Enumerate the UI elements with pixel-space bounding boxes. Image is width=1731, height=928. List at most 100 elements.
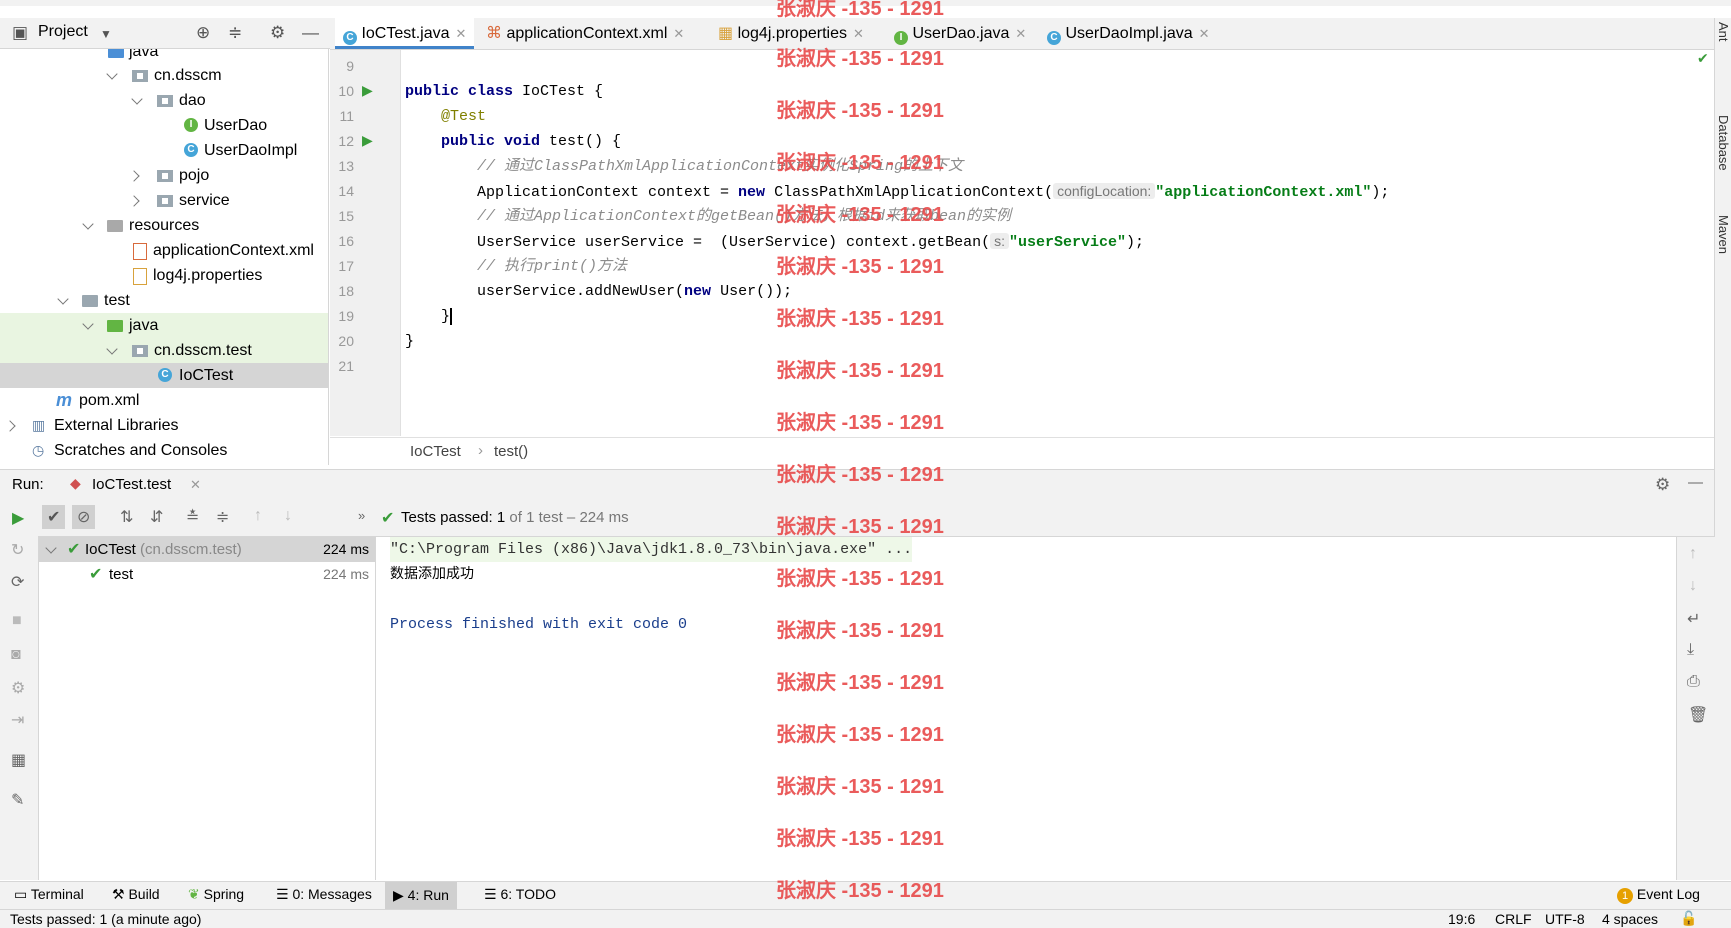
test-suite-ioctest[interactable]: ✔ IoCTest (cn.dsscm.test) 224 ms bbox=[39, 537, 375, 562]
trash-icon[interactable]: 🗑 bbox=[1688, 705, 1708, 725]
next-failed-icon[interactable]: ↓ bbox=[284, 507, 292, 525]
tree-node-log4j-properties[interactable]: log4j.properties bbox=[0, 263, 328, 288]
import-icon[interactable]: ⇥ bbox=[11, 710, 24, 730]
tree-node-userdao[interactable]: I UserDao bbox=[0, 113, 328, 138]
previous-failed-icon[interactable]: ↑ bbox=[254, 507, 262, 525]
rerun-icon[interactable]: ▶ bbox=[12, 508, 24, 528]
tab-userdaoimpl-java[interactable]: C UserDaoImpl.java ✕ bbox=[1047, 18, 1210, 49]
locate-icon[interactable]: ⊕ bbox=[196, 23, 210, 43]
stop-icon[interactable]: ■ bbox=[12, 612, 22, 630]
tool-window-run[interactable]: ▶ 4: Run bbox=[385, 882, 457, 909]
tool-window-maven[interactable]: Maven bbox=[1716, 215, 1731, 254]
close-icon[interactable]: ✕ bbox=[1199, 26, 1210, 41]
breadcrumb-class[interactable]: IoCTest bbox=[410, 443, 461, 460]
tree-node-cn-dsscm-test[interactable]: cn.dsscm.test bbox=[0, 338, 328, 363]
tree-node-userdaoimpl[interactable]: C UserDaoImpl bbox=[0, 138, 328, 163]
chevron-right-icon[interactable] bbox=[128, 170, 140, 182]
chevron-down-icon[interactable] bbox=[106, 68, 118, 80]
lock-icon[interactable]: 🔓 bbox=[1680, 910, 1697, 927]
chevron-down-icon[interactable] bbox=[57, 293, 69, 305]
export-icon[interactable]: ⚙ bbox=[11, 678, 25, 698]
package-icon bbox=[157, 195, 173, 207]
tree-node-ioctest[interactable]: C IoCTest bbox=[0, 363, 328, 388]
chevron-down-icon[interactable] bbox=[82, 318, 94, 330]
tool-window-spring[interactable]: ❦ Spring bbox=[188, 886, 244, 903]
tree-node-pom-xml[interactable]: m pom.xml bbox=[0, 388, 328, 413]
breadcrumb-method[interactable]: test() bbox=[494, 443, 528, 460]
show-passed-icon[interactable]: ✔ bbox=[42, 505, 66, 529]
tree-node-dao[interactable]: dao bbox=[0, 88, 328, 113]
status-message[interactable]: Tests passed: 1 (a minute ago) bbox=[10, 911, 201, 927]
tree-node-cn-dsscm[interactable]: cn.dsscm bbox=[0, 63, 328, 88]
close-icon[interactable]: ✕ bbox=[853, 26, 864, 41]
collapse-all-icon[interactable]: ≑ bbox=[228, 23, 242, 43]
run-test-icon[interactable]: ▶ bbox=[362, 82, 373, 99]
soft-wrap-icon[interactable]: ↵ bbox=[1687, 609, 1700, 629]
tree-node-java-test[interactable]: java bbox=[0, 313, 328, 338]
project-panel-title[interactable]: Project bbox=[38, 23, 88, 41]
expand-all-icon[interactable]: ≛ bbox=[186, 507, 199, 527]
inspection-ok-icon[interactable]: ✔ bbox=[1697, 50, 1709, 67]
sort-by-duration-icon[interactable]: ⇵ bbox=[150, 507, 163, 527]
run-icon: ▶ bbox=[393, 887, 404, 903]
indent-setting[interactable]: 4 spaces bbox=[1602, 911, 1658, 927]
show-ignored-icon[interactable]: ⊘ bbox=[72, 505, 96, 529]
chevron-right-icon[interactable] bbox=[4, 420, 16, 432]
print-icon[interactable]: ⎙ bbox=[1687, 673, 1700, 691]
toggle-auto-test-icon[interactable]: ⟳ bbox=[11, 572, 24, 592]
hide-panel-icon[interactable]: — bbox=[302, 23, 319, 43]
tool-window-build[interactable]: ⚒ Build bbox=[112, 886, 160, 903]
pin-icon[interactable]: ✎ bbox=[11, 790, 24, 810]
down-arrow-icon[interactable]: ↓ bbox=[1689, 577, 1697, 595]
check-icon: ✔ bbox=[67, 541, 81, 558]
chevron-down-icon[interactable] bbox=[82, 218, 94, 230]
chevron-right-icon[interactable] bbox=[128, 195, 140, 207]
file-encoding[interactable]: UTF-8 bbox=[1545, 911, 1585, 927]
run-test-icon[interactable]: ▶ bbox=[362, 132, 373, 149]
collapse-all-icon[interactable]: ≑ bbox=[216, 507, 229, 527]
tab-ioctest-java[interactable]: C IoCTest.java ✕ bbox=[335, 18, 475, 49]
more-icon[interactable]: » bbox=[358, 508, 365, 523]
tool-window-database[interactable]: Database bbox=[1716, 115, 1731, 171]
line-number: 19 bbox=[338, 308, 354, 324]
tree-node-external-libraries[interactable]: ▥ External Libraries bbox=[0, 413, 328, 438]
run-tab-ioctest-test[interactable]: IoCTest.test bbox=[92, 476, 171, 493]
camera-icon[interactable]: ◙ bbox=[11, 646, 21, 664]
layout-icon[interactable]: ▦ bbox=[11, 750, 26, 770]
event-log-button[interactable]: 1 Event Log bbox=[1617, 886, 1700, 904]
tree-node-service[interactable]: service bbox=[0, 188, 328, 213]
chevron-down-icon[interactable]: ▼ bbox=[100, 27, 112, 41]
gear-icon[interactable]: ⚙ bbox=[1655, 475, 1670, 495]
tree-node-applicationcontext-xml[interactable]: applicationContext.xml bbox=[0, 238, 328, 263]
line-number: 13 bbox=[338, 158, 354, 174]
line-separator[interactable]: CRLF bbox=[1495, 911, 1532, 927]
chevron-down-icon[interactable] bbox=[45, 542, 57, 554]
console-output[interactable]: "C:\Program Files (x86)\Java\jdk1.8.0_73… bbox=[376, 537, 1676, 880]
up-arrow-icon[interactable]: ↑ bbox=[1689, 545, 1697, 563]
tool-window-terminal[interactable]: ▭ Terminal bbox=[14, 886, 84, 903]
tool-window-ant[interactable]: Ant bbox=[1716, 22, 1731, 42]
close-icon[interactable]: ✕ bbox=[673, 26, 684, 41]
test-case-test[interactable]: ✔ test 224 ms bbox=[39, 562, 375, 587]
gear-icon[interactable]: ⚙ bbox=[270, 23, 285, 43]
code-editor[interactable]: public class IoCTest { @Test public void… bbox=[401, 50, 1713, 436]
tool-window-messages[interactable]: ☰ 0: Messages bbox=[276, 886, 372, 903]
tree-node-pojo[interactable]: pojo bbox=[0, 163, 328, 188]
tool-window-todo[interactable]: ☰ 6: TODO bbox=[484, 886, 556, 903]
rerun-failed-icon[interactable]: ↻ bbox=[11, 540, 24, 560]
tree-node-resources[interactable]: resources bbox=[0, 213, 328, 238]
scratches-icon: ◷ bbox=[32, 442, 45, 458]
tree-node-test[interactable]: test bbox=[0, 288, 328, 313]
close-icon[interactable]: ✕ bbox=[190, 477, 201, 493]
tree-node-java-src[interactable]: java bbox=[0, 49, 328, 64]
sort-alphabetically-icon[interactable]: ⇅ bbox=[120, 507, 133, 527]
chevron-down-icon[interactable] bbox=[106, 343, 118, 355]
chevron-down-icon[interactable] bbox=[131, 93, 143, 105]
hide-panel-icon[interactable]: — bbox=[1688, 474, 1703, 491]
tree-node-scratches[interactable]: ◷ Scratches and Consoles bbox=[0, 438, 328, 463]
tab-applicationcontext-xml[interactable]: ⌘ applicationContext.xml ✕ bbox=[486, 18, 684, 49]
caret-position[interactable]: 19:6 bbox=[1448, 911, 1475, 927]
close-icon[interactable]: ✕ bbox=[1015, 26, 1026, 41]
scroll-to-end-icon[interactable]: ⤓ bbox=[1687, 641, 1694, 659]
close-icon[interactable]: ✕ bbox=[456, 26, 467, 41]
